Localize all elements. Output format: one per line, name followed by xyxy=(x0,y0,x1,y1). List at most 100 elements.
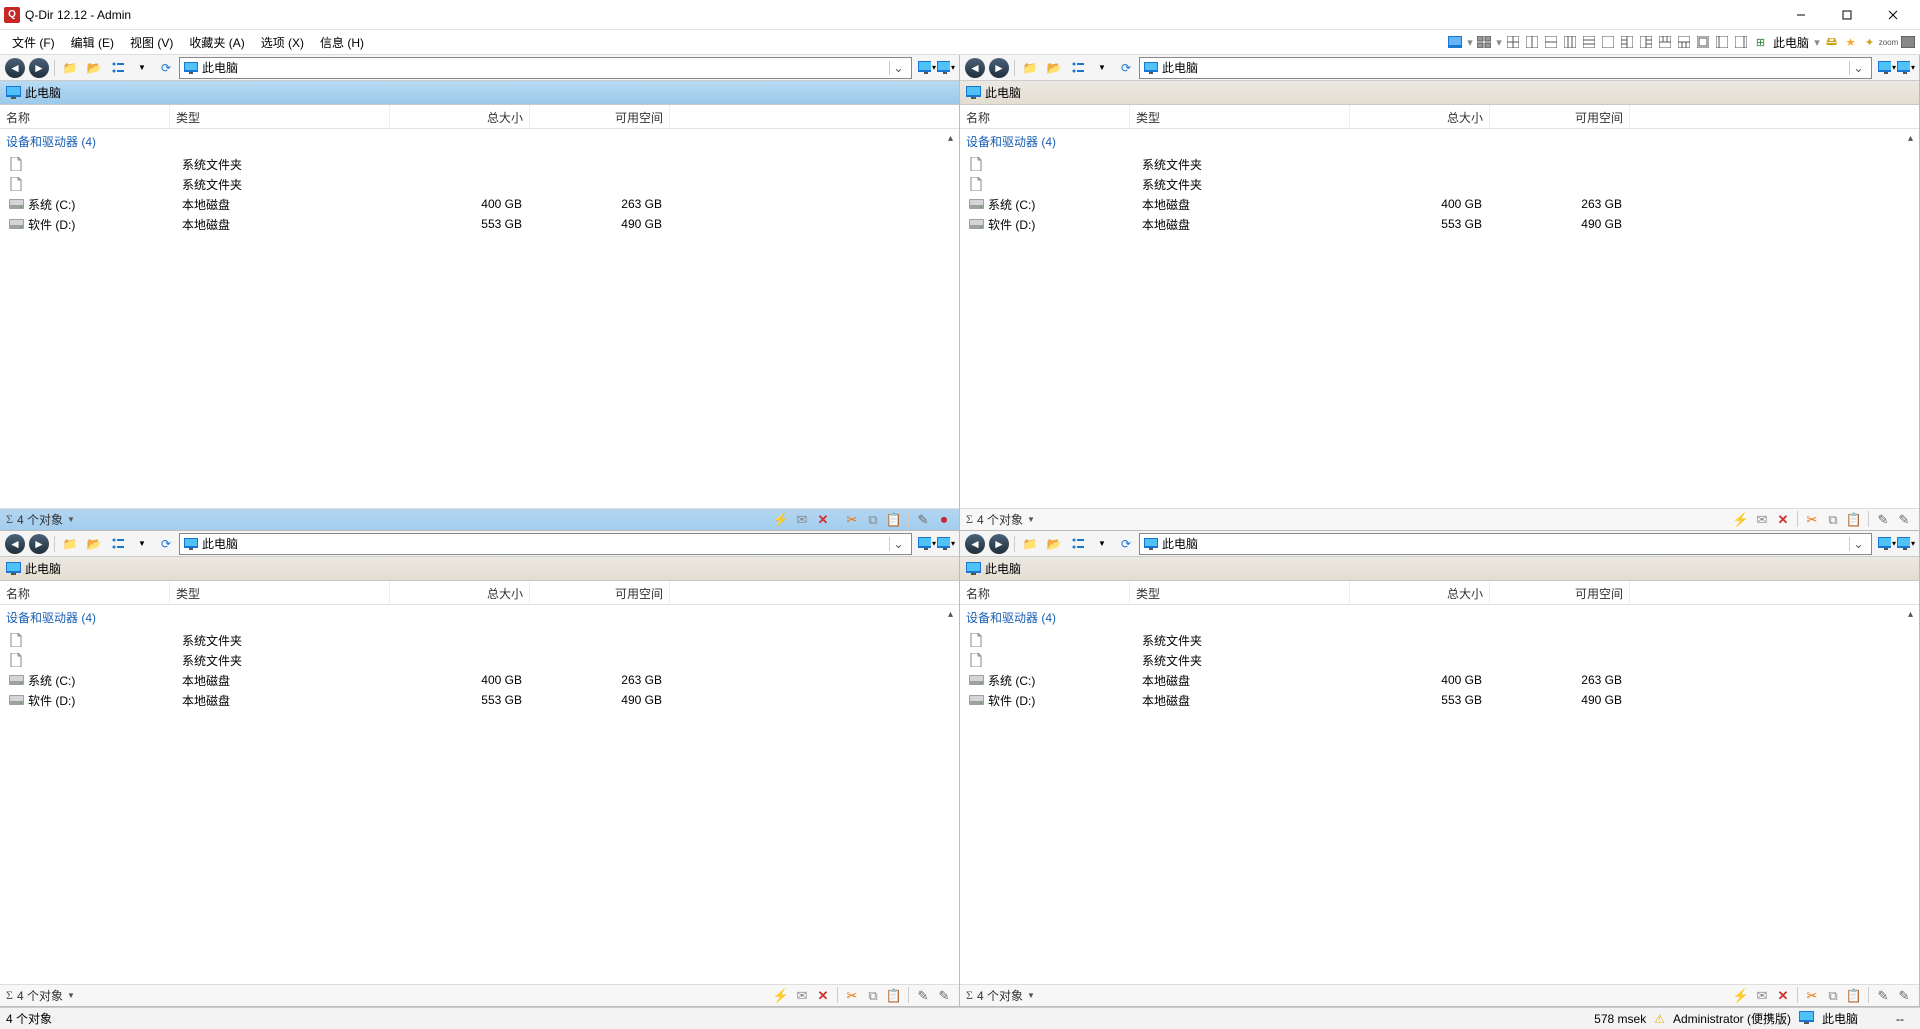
pane-switch-2[interactable]: ▾ xyxy=(937,536,955,552)
file-list[interactable]: 设备和驱动器 (4) ▴ 系统文件夹系统文件夹系统 (C:)本地磁盘400 GB… xyxy=(960,129,1919,508)
record-icon[interactable]: ⏺ xyxy=(935,511,953,529)
list-item[interactable]: 系统文件夹 xyxy=(0,650,959,670)
pane-switch-2[interactable]: ▾ xyxy=(1897,60,1915,76)
forward-button[interactable]: ► xyxy=(988,57,1010,79)
layout-g-icon[interactable] xyxy=(1619,34,1636,51)
col-type[interactable]: 类型 xyxy=(1130,581,1350,604)
list-item[interactable]: 软件 (D:)本地磁盘553 GB490 GB xyxy=(960,214,1919,234)
filter-icon[interactable]: ⚡ xyxy=(1732,511,1750,529)
forward-button[interactable]: ► xyxy=(988,533,1010,555)
collapse-icon[interactable]: ▴ xyxy=(948,609,953,620)
file-list[interactable]: 设备和驱动器 (4) ▴ 系统文件夹系统文件夹系统 (C:)本地磁盘400 GB… xyxy=(0,605,959,984)
group-header[interactable]: 设备和驱动器 (4) xyxy=(0,129,959,154)
group-header[interactable]: 设备和驱动器 (4) xyxy=(0,605,959,630)
refresh-button[interactable]: ⟳ xyxy=(1115,57,1137,79)
col-name[interactable]: 名称 xyxy=(960,581,1130,604)
list-item[interactable]: 软件 (D:)本地磁盘553 GB490 GB xyxy=(0,214,959,234)
file-list[interactable]: 设备和驱动器 (4) ▴ 系统文件夹系统文件夹系统 (C:)本地磁盘400 GB… xyxy=(0,129,959,508)
breadcrumb-bar[interactable]: 此电脑 xyxy=(0,557,959,581)
edit-icon[interactable]: ✎ xyxy=(914,987,932,1005)
layout-a-icon[interactable] xyxy=(1505,34,1522,51)
address-bar[interactable]: 此电脑 ⌄ xyxy=(179,57,912,79)
refresh-button[interactable]: ⟳ xyxy=(155,57,177,79)
mail-icon[interactable]: ✉ xyxy=(1753,511,1771,529)
col-free[interactable]: 可用空间 xyxy=(530,581,670,604)
layout-c-icon[interactable] xyxy=(1543,34,1560,51)
view-options-button[interactable] xyxy=(107,533,129,555)
list-item[interactable]: 系统文件夹 xyxy=(0,174,959,194)
list-item[interactable]: 系统文件夹 xyxy=(960,154,1919,174)
cut-icon[interactable]: ✂ xyxy=(1803,511,1821,529)
paste-icon[interactable]: 📋 xyxy=(1845,987,1863,1005)
pane-switch-1[interactable]: ▾ xyxy=(1878,536,1896,552)
file-list[interactable]: 设备和驱动器 (4) ▴ 系统文件夹系统文件夹系统 (C:)本地磁盘400 GB… xyxy=(960,605,1919,984)
address-dropdown[interactable]: ⌄ xyxy=(1849,537,1867,551)
menu-info[interactable]: 信息 (H) xyxy=(312,31,372,54)
copy-icon[interactable]: ⧉ xyxy=(864,987,882,1005)
forward-button[interactable]: ► xyxy=(28,533,50,555)
list-item[interactable]: 系统文件夹 xyxy=(960,174,1919,194)
pane-switch-1[interactable]: ▾ xyxy=(918,536,936,552)
list-item[interactable]: 系统 (C:)本地磁盘400 GB263 GB xyxy=(0,670,959,690)
menu-view[interactable]: 视图 (V) xyxy=(122,31,181,54)
delete-icon[interactable]: ✕ xyxy=(1774,987,1792,1005)
back-button[interactable]: ◄ xyxy=(4,533,26,555)
list-item[interactable]: 软件 (D:)本地磁盘553 GB490 GB xyxy=(0,690,959,710)
mail-icon[interactable]: ✉ xyxy=(1753,987,1771,1005)
menu-file[interactable]: 文件 (F) xyxy=(4,31,63,54)
layout-l-icon[interactable] xyxy=(1714,34,1731,51)
refresh-button[interactable]: ⟳ xyxy=(1115,533,1137,555)
status-dropdown[interactable]: ▼ xyxy=(1027,991,1035,1000)
col-type[interactable]: 类型 xyxy=(170,105,390,128)
copy-icon[interactable]: ⧉ xyxy=(864,511,882,529)
folder-button[interactable]: 📁 xyxy=(59,533,81,555)
open-folder-button[interactable]: 📂 xyxy=(1043,533,1065,555)
edit-icon[interactable]: ✎ xyxy=(914,511,932,529)
collapse-icon[interactable]: ▴ xyxy=(948,133,953,144)
delete-icon[interactable]: ✕ xyxy=(1774,511,1792,529)
pane-switch-2[interactable]: ▾ xyxy=(937,60,955,76)
layout-i-icon[interactable] xyxy=(1657,34,1674,51)
breadcrumb-bar[interactable]: 此电脑 xyxy=(960,557,1919,581)
refresh-button[interactable]: ⟳ xyxy=(155,533,177,555)
back-button[interactable]: ◄ xyxy=(4,57,26,79)
list-item[interactable]: 系统文件夹 xyxy=(960,650,1919,670)
close-button[interactable] xyxy=(1870,0,1916,30)
address-dropdown[interactable]: ⌄ xyxy=(889,537,907,551)
menu-edit[interactable]: 编辑 (E) xyxy=(63,31,122,54)
address-bar[interactable]: 此电脑 ⌄ xyxy=(179,533,912,555)
view-dropdown[interactable]: ▼ xyxy=(131,533,153,555)
group-header[interactable]: 设备和驱动器 (4) xyxy=(960,129,1919,154)
mail-icon[interactable]: ✉ xyxy=(793,987,811,1005)
status-dropdown[interactable]: ▼ xyxy=(1027,515,1035,524)
layout-k-icon[interactable] xyxy=(1695,34,1712,51)
col-name[interactable]: 名称 xyxy=(960,105,1130,128)
view-options-button[interactable] xyxy=(107,57,129,79)
col-free[interactable]: 可用空间 xyxy=(1490,105,1630,128)
paste-icon[interactable]: 📋 xyxy=(885,511,903,529)
minimize-button[interactable] xyxy=(1778,0,1824,30)
paste-icon[interactable]: 📋 xyxy=(1845,511,1863,529)
layout-1-icon[interactable] xyxy=(1447,34,1464,51)
layout-j-icon[interactable] xyxy=(1676,34,1693,51)
list-item[interactable]: 系统 (C:)本地磁盘400 GB263 GB xyxy=(960,194,1919,214)
col-type[interactable]: 类型 xyxy=(1130,105,1350,128)
filter-icon[interactable]: ⚡ xyxy=(1732,987,1750,1005)
col-size[interactable]: 总大小 xyxy=(390,105,530,128)
col-free[interactable]: 可用空间 xyxy=(530,105,670,128)
back-button[interactable]: ◄ xyxy=(964,57,986,79)
list-item[interactable]: 系统文件夹 xyxy=(0,630,959,650)
wand-icon[interactable]: ✦ xyxy=(1861,34,1878,51)
delete-icon[interactable]: ✕ xyxy=(814,987,832,1005)
forward-button[interactable]: ► xyxy=(28,57,50,79)
address-dropdown[interactable]: ⌄ xyxy=(889,61,907,75)
star-icon[interactable]: ★ xyxy=(1842,34,1859,51)
edit2-icon[interactable]: ✎ xyxy=(1895,987,1913,1005)
cut-icon[interactable]: ✂ xyxy=(843,987,861,1005)
view-dropdown[interactable]: ▼ xyxy=(1091,57,1113,79)
list-item[interactable]: 系统 (C:)本地磁盘400 GB263 GB xyxy=(0,194,959,214)
layout-d-icon[interactable] xyxy=(1562,34,1579,51)
layout-f-icon[interactable] xyxy=(1600,34,1617,51)
col-name[interactable]: 名称 xyxy=(0,105,170,128)
address-bar[interactable]: 此电脑 ⌄ xyxy=(1139,57,1872,79)
